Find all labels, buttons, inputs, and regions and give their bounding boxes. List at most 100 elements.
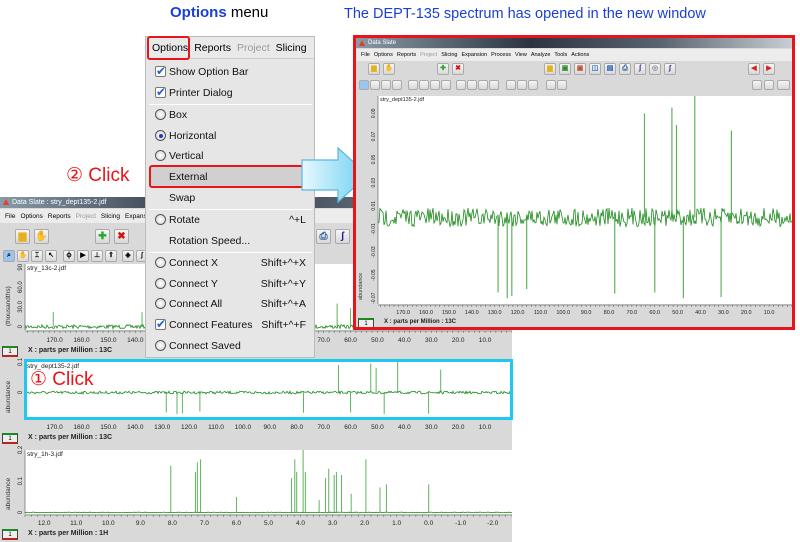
- phase-tool-icon[interactable]: ϕ: [63, 250, 75, 262]
- menu-item-rotate[interactable]: Rotate ^+L: [149, 210, 312, 230]
- spectrum-baseline: [377, 207, 792, 228]
- menu-actions[interactable]: Actions: [571, 52, 589, 58]
- pan-tool-icon[interactable]: [370, 80, 380, 90]
- remove-file-icon[interactable]: ▣: [574, 63, 586, 75]
- menu-item-label: Show Option Bar: [169, 66, 249, 78]
- shift-icon[interactable]: [764, 80, 774, 90]
- add-icon[interactable]: ✚: [437, 63, 449, 75]
- menu-item-box[interactable]: Box: [149, 105, 312, 125]
- menu-item-label: Horizontal: [169, 129, 217, 142]
- back-arrow-icon[interactable]: ◀: [748, 63, 760, 75]
- radio-icon: [155, 108, 166, 120]
- pointer-tool-icon[interactable]: [419, 80, 429, 90]
- menu-options[interactable]: Options: [374, 52, 393, 58]
- crosshair-icon[interactable]: [752, 80, 762, 90]
- menu-item-swap[interactable]: Swap: [149, 188, 312, 208]
- menu-slicing[interactable]: Slicing: [441, 52, 457, 58]
- save-icon[interactable]: ▤: [604, 63, 616, 75]
- hand-tool-icon[interactable]: ✋: [383, 63, 395, 75]
- box-tool-icon[interactable]: [517, 80, 527, 90]
- view-toggle-icon[interactable]: [777, 80, 790, 90]
- x-tick-label: 120.0: [511, 310, 525, 316]
- settings-icon[interactable]: ◎: [649, 63, 661, 75]
- y-axis-label: (thousandths): [5, 286, 12, 326]
- layer-tag[interactable]: 1: [2, 529, 18, 540]
- menu-item-vertical[interactable]: Vertical: [149, 146, 312, 166]
- delete-icon[interactable]: ✖: [452, 63, 464, 75]
- menu-project[interactable]: Project: [237, 42, 270, 54]
- trash-icon[interactable]: ◫: [589, 63, 601, 75]
- spectrum-file-name: stry_1h-3.jdf: [27, 451, 63, 458]
- select-tool-icon[interactable]: ↖: [45, 250, 57, 262]
- menu-file[interactable]: File: [5, 213, 15, 220]
- add-icon[interactable]: ✚: [95, 229, 110, 244]
- menu-view[interactable]: View: [515, 52, 527, 58]
- transform-icon[interactable]: ʃ: [634, 63, 646, 75]
- cross-tool-icon[interactable]: [489, 80, 499, 90]
- menu-item-connect-saved[interactable]: Connect Saved: [149, 336, 312, 356]
- move-tool-icon[interactable]: [557, 80, 567, 90]
- menu-item-connect-features[interactable]: Connect Features Shift+^+F: [149, 314, 312, 335]
- y-axis-label: abundance: [5, 477, 12, 510]
- menu-item-horizontal[interactable]: Horizontal: [149, 126, 312, 146]
- add-file-icon[interactable]: ▣: [559, 63, 571, 75]
- options-menu-heading: Options menu: [170, 4, 268, 21]
- scale-tool-icon[interactable]: [381, 80, 391, 90]
- menu-options[interactable]: Options: [20, 213, 42, 220]
- menu-expansion[interactable]: Expansion: [461, 52, 487, 58]
- zoom-tool-icon[interactable]: ⌕: [3, 250, 15, 262]
- frame-tool-icon[interactable]: [528, 80, 538, 90]
- x-tick-label: 30.0: [425, 424, 438, 431]
- integral-tool-icon[interactable]: [467, 80, 477, 90]
- open-folder-icon[interactable]: ▆: [15, 229, 30, 244]
- menu-item-show-option-bar[interactable]: Show Option Bar: [149, 61, 312, 82]
- menu-slicing[interactable]: Slicing: [101, 213, 120, 220]
- open-icon[interactable]: ▆: [544, 63, 556, 75]
- hand-tool-icon[interactable]: ✋: [34, 229, 49, 244]
- menu-file[interactable]: File: [361, 52, 370, 58]
- y-tick-label: -0.07: [371, 292, 377, 304]
- target-tool-icon[interactable]: [456, 80, 466, 90]
- y-tick-label: 0: [18, 324, 24, 328]
- menu-item-connect-x[interactable]: Connect X Shift+^+X: [149, 253, 312, 273]
- print-icon[interactable]: ⎙: [316, 229, 331, 244]
- delete-icon[interactable]: ✖: [114, 229, 129, 244]
- integrate-icon[interactable]: ʃ: [335, 229, 350, 244]
- baseline-tool-icon[interactable]: ⊥: [91, 250, 103, 262]
- menu-analyze[interactable]: Analyze: [531, 52, 551, 58]
- phase-tool-icon[interactable]: [408, 80, 418, 90]
- menu-reports[interactable]: Reports: [48, 213, 71, 220]
- menu-item-printer-dialog[interactable]: Printer Dialog: [149, 82, 312, 103]
- menu-tools[interactable]: Tools: [554, 52, 567, 58]
- target-tool-icon[interactable]: ◈: [122, 250, 134, 262]
- right-data-slate-window: Data Slate File Options Reports Project Slic…: [353, 35, 795, 330]
- forward-arrow-icon[interactable]: ▶: [763, 63, 775, 75]
- pointer-tool-icon[interactable]: ▶: [77, 250, 89, 262]
- zoom-tool-icon[interactable]: [359, 80, 369, 90]
- menu-reports[interactable]: Reports: [194, 42, 231, 54]
- print-icon[interactable]: ⎙: [619, 63, 631, 75]
- select-tool-icon[interactable]: [392, 80, 402, 90]
- layer-tag[interactable]: 1: [2, 346, 18, 357]
- fit-tool-icon[interactable]: [546, 80, 556, 90]
- scale-tool-icon[interactable]: ⌶: [31, 250, 43, 262]
- menu-project[interactable]: Project: [76, 213, 96, 220]
- menu-slicing[interactable]: Slicing: [276, 42, 307, 54]
- peak-tool-icon[interactable]: ⇑: [105, 250, 117, 262]
- layer-tag[interactable]: 1: [358, 318, 374, 327]
- baseline-tool-icon[interactable]: [430, 80, 440, 90]
- text-tool-icon[interactable]: [506, 80, 516, 90]
- pan-tool-icon[interactable]: ✋: [17, 250, 29, 262]
- layer-tag[interactable]: 1: [2, 433, 18, 444]
- integral-icon[interactable]: ∫: [664, 63, 676, 75]
- peak-tool-icon[interactable]: [441, 80, 451, 90]
- open-folder-icon[interactable]: ▆: [368, 63, 380, 75]
- menu-item-connect-y[interactable]: Connect Y Shift+^+Y: [149, 274, 312, 294]
- y-tick-label: -0.05: [371, 269, 377, 281]
- menu-reports[interactable]: Reports: [397, 52, 416, 58]
- menu-project[interactable]: Project: [420, 52, 437, 58]
- link-tool-icon[interactable]: [478, 80, 488, 90]
- menu-process[interactable]: Process: [491, 52, 511, 58]
- menu-item-rotation-speed[interactable]: Rotation Speed...: [149, 231, 312, 251]
- menu-item-connect-all[interactable]: Connect All Shift+^+A: [149, 294, 312, 314]
